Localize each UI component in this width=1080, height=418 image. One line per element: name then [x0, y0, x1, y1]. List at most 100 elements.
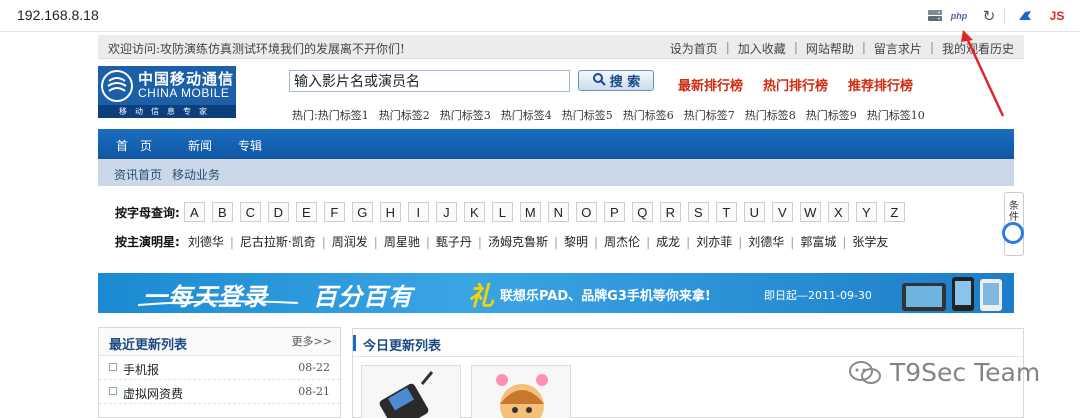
star-link[interactable]: 刘德华 [188, 233, 224, 250]
divider: | [793, 40, 798, 54]
list-item-name[interactable]: 手机报 [123, 361, 159, 378]
banner-gift-char: 礼 [468, 282, 495, 312]
more-link[interactable]: 更多>> [292, 333, 332, 349]
letter-button[interactable]: L [491, 202, 513, 222]
letter-button[interactable]: P [603, 202, 625, 222]
hot-tag[interactable]: 热门标签3 [440, 107, 491, 123]
hot-tag[interactable]: 热门标签10 [867, 107, 925, 123]
reload-icon[interactable]: ↻ [980, 6, 998, 26]
browser-toolbar: 192.168.8.18 php ↻ JS [0, 0, 1080, 32]
letter-button[interactable]: X [827, 202, 849, 222]
star-link[interactable]: 刘德华 [748, 233, 784, 250]
sub-nav: 资讯首页 移动业务 [98, 159, 1014, 186]
star-link[interactable]: 周杰伦 [604, 233, 640, 250]
letter-button[interactable]: Q [631, 202, 653, 222]
hot-tag[interactable]: 热门标签5 [562, 107, 613, 123]
hot-tag[interactable]: 热门标签7 [684, 107, 735, 123]
letter-button[interactable]: J [435, 202, 457, 222]
letter-button[interactable]: E [295, 202, 317, 222]
nav-news[interactable]: 新闻 [188, 137, 212, 154]
ranking-links: 最新排行榜 热门排行榜 推荐排行榜 [678, 75, 913, 94]
star-link[interactable]: 周润发 [332, 233, 368, 250]
letter-button[interactable]: K [463, 202, 485, 222]
letter-button[interactable]: M [519, 202, 541, 222]
side-scroll-icon[interactable] [1002, 222, 1024, 244]
divider: | [553, 234, 558, 249]
star-link[interactable]: 黎明 [564, 233, 588, 250]
promo-banner[interactable]: 一每天登录 百分百有 礼 联想乐PAD、品牌G3手机等你来拿! 即日起—2011… [98, 273, 1014, 313]
letter-button[interactable]: Y [855, 202, 877, 222]
nav-home[interactable]: 首 页 [116, 137, 152, 154]
letter-button[interactable]: F [323, 202, 345, 222]
letter-button[interactable]: N [547, 202, 569, 222]
star-link[interactable]: 甄子丹 [436, 233, 472, 250]
letter-query: 按字母查询: A B C D E F G H I J K L M N O P Q… [115, 202, 912, 222]
rank-hot-link[interactable]: 热门排行榜 [763, 75, 828, 94]
search-button[interactable]: 搜 索 [578, 70, 654, 91]
letter-button[interactable]: C [239, 202, 261, 222]
rank-recommend-link[interactable]: 推荐排行榜 [848, 75, 913, 94]
rank-latest-link[interactable]: 最新排行榜 [678, 75, 743, 94]
list-item-name[interactable]: 虚拟网资费 [123, 385, 183, 402]
hot-tags: 热门:热门标签1 热门标签2 热门标签3 热门标签4 热门标签5 热门标签6 热… [292, 107, 925, 123]
letter-button[interactable]: W [799, 202, 821, 222]
star-link[interactable]: 成龙 [656, 233, 680, 250]
server-icon[interactable] [926, 6, 944, 26]
thumbnail-phone[interactable] [361, 365, 461, 418]
star-link[interactable]: 郭富城 [800, 233, 836, 250]
letter-button[interactable]: S [687, 202, 709, 222]
divider: | [321, 234, 326, 249]
php-icon[interactable]: php [948, 6, 970, 26]
cartoon-girl-image-icon [496, 374, 548, 418]
logo-slogan: 移动信息专家 [98, 105, 236, 118]
star-link[interactable]: 周星驰 [384, 233, 420, 250]
china-mobile-logo[interactable]: 中国移动通信 CHINA MOBILE 移动信息专家 [98, 66, 236, 118]
letter-button[interactable]: O [575, 202, 597, 222]
letter-button[interactable]: H [379, 202, 401, 222]
letter-query-label: 按字母查询: [115, 205, 180, 220]
divider: | [646, 234, 651, 249]
subnav-news-home[interactable]: 资讯首页 [114, 166, 162, 183]
hot-tag[interactable]: 热门标签2 [379, 107, 430, 123]
hot-tags-label: 热门: [292, 109, 318, 122]
star-link[interactable]: 张学友 [852, 233, 888, 250]
hot-tag[interactable]: 热门标签4 [501, 107, 552, 123]
top-link-help[interactable]: 网站帮助 [806, 40, 854, 57]
star-link[interactable]: 尼古拉斯·凯奇 [240, 233, 316, 250]
search-input[interactable] [289, 70, 570, 92]
letter-button[interactable]: I [407, 202, 429, 222]
hot-tag[interactable]: 热门标签6 [623, 107, 674, 123]
divider: | [738, 234, 743, 249]
letter-button[interactable]: T [715, 202, 737, 222]
divider: | [594, 234, 599, 249]
subnav-mobile-service[interactable]: 移动业务 [172, 166, 220, 183]
watermark: T9Sec Team [848, 358, 1040, 387]
letter-button[interactable]: V [771, 202, 793, 222]
nav-album[interactable]: 专辑 [238, 137, 262, 154]
hot-tag[interactable]: 热门标签1 [318, 109, 369, 122]
bullet-icon [109, 363, 117, 371]
bird-icon[interactable] [1016, 6, 1034, 26]
letter-button[interactable]: U [743, 202, 765, 222]
letter-button[interactable]: A [183, 202, 205, 222]
list-item[interactable]: 手机报 08-22 [99, 356, 340, 380]
top-link-favorite[interactable]: 加入收藏 [738, 40, 786, 57]
top-link-request[interactable]: 留言求片 [874, 40, 922, 57]
list-item[interactable]: 虚拟网资费 08-21 [99, 380, 340, 404]
letter-button[interactable]: D [267, 202, 289, 222]
star-link[interactable]: 汤姆克鲁斯 [488, 233, 548, 250]
letter-button[interactable]: R [659, 202, 681, 222]
hot-tag[interactable]: 热门标签8 [745, 107, 796, 123]
thumbnail-cartoon[interactable] [471, 365, 571, 418]
logo-en-text: CHINA MOBILE [138, 86, 230, 100]
address-bar[interactable]: 192.168.8.18 [17, 7, 99, 23]
top-link-set-home[interactable]: 设为首页 [670, 40, 718, 57]
letter-button[interactable]: G [351, 202, 373, 222]
letter-button[interactable]: Z [883, 202, 905, 222]
divider: | [929, 40, 934, 54]
star-link[interactable]: 刘亦菲 [696, 233, 732, 250]
welcome-strip: 欢迎访问:攻防演练仿真测试环境我们的发展离不开你们! 设为首页 | 加入收藏 | 网… [98, 35, 1024, 59]
letter-button[interactable]: B [211, 202, 233, 222]
hot-tag[interactable]: 热门标签9 [806, 107, 857, 123]
js-icon[interactable]: JS [1046, 6, 1068, 26]
